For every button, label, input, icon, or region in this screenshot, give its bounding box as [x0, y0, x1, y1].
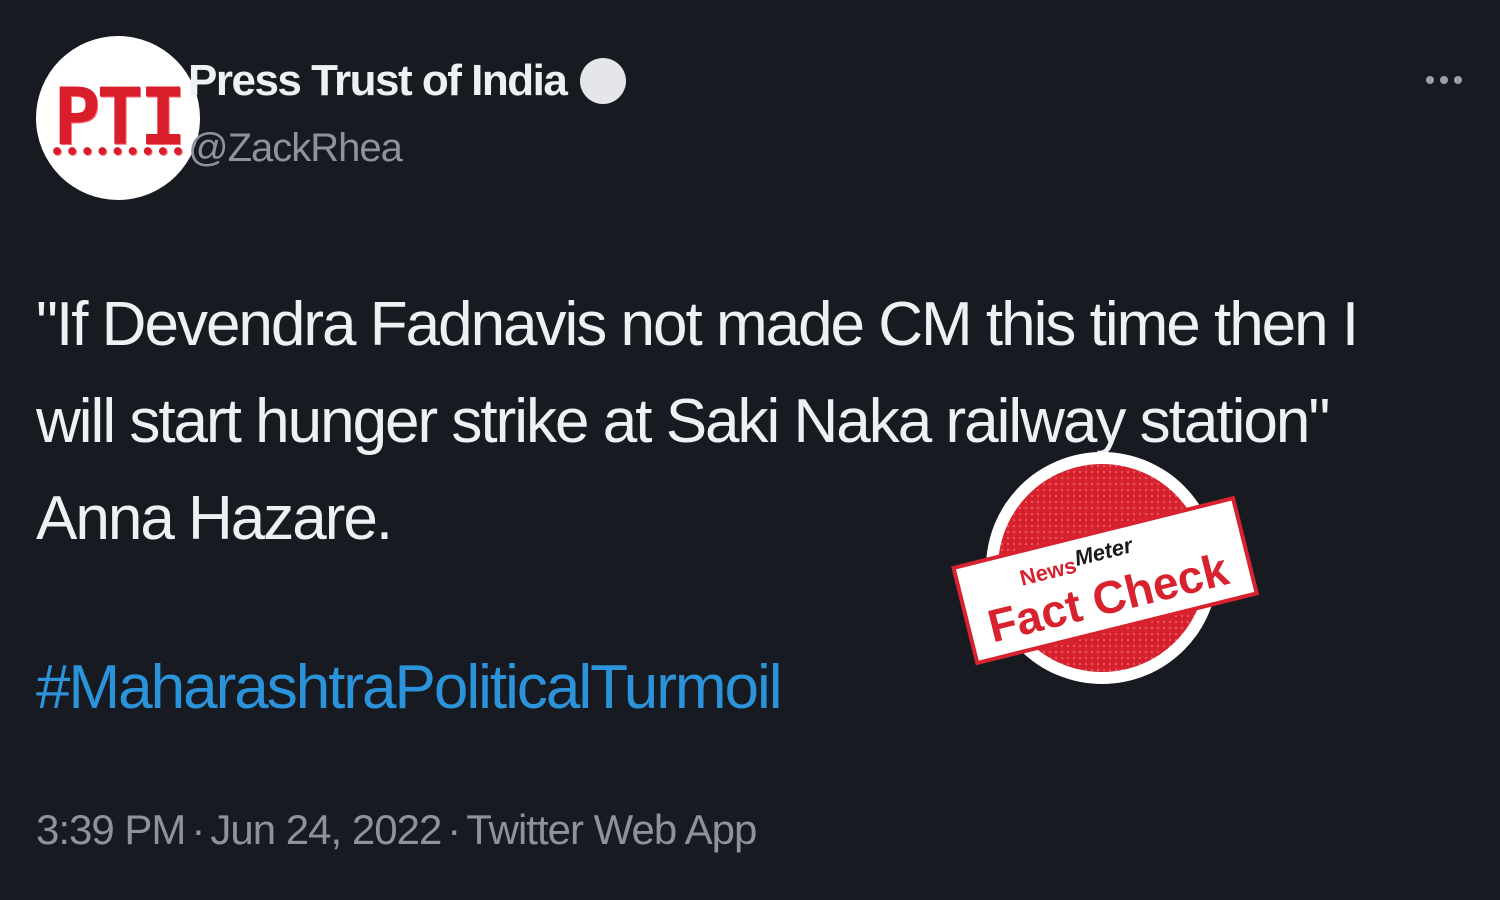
tweet-text-line: "If Devendra Fadnavis not made CM this t…	[36, 290, 1359, 359]
author-handle[interactable]: @ZackRhea	[188, 126, 403, 171]
tweet-screenshot: PTI Press Trust of India @ZackRhea "If D…	[0, 0, 1500, 900]
more-dot	[1454, 76, 1462, 84]
more-dot	[1440, 76, 1448, 84]
author-display-name[interactable]: Press Trust of India	[188, 56, 568, 106]
author-avatar[interactable]: PTI	[36, 36, 200, 200]
tweet-meta: 3:39 PM · Jun 24, 2022 · Twitter Web App	[36, 806, 757, 854]
meta-separator: ·	[191, 806, 205, 853]
author-name-row[interactable]: Press Trust of India	[188, 56, 627, 106]
more-dot	[1426, 76, 1434, 84]
fact-check-stamp: News Meter Fact Check	[951, 452, 1260, 684]
tweet-date[interactable]: Jun 24, 2022	[210, 806, 442, 853]
tweet-time[interactable]: 3:39 PM	[36, 806, 186, 853]
verified-badge-icon	[580, 58, 627, 104]
avatar-logo-text: PTI	[53, 73, 187, 163]
tweet-source[interactable]: Twitter Web App	[466, 806, 757, 853]
more-options-icon[interactable]	[1418, 62, 1470, 98]
hashtag-link[interactable]: #MaharashtraPoliticalTurmoil	[36, 652, 783, 723]
meta-separator: ·	[447, 806, 461, 853]
